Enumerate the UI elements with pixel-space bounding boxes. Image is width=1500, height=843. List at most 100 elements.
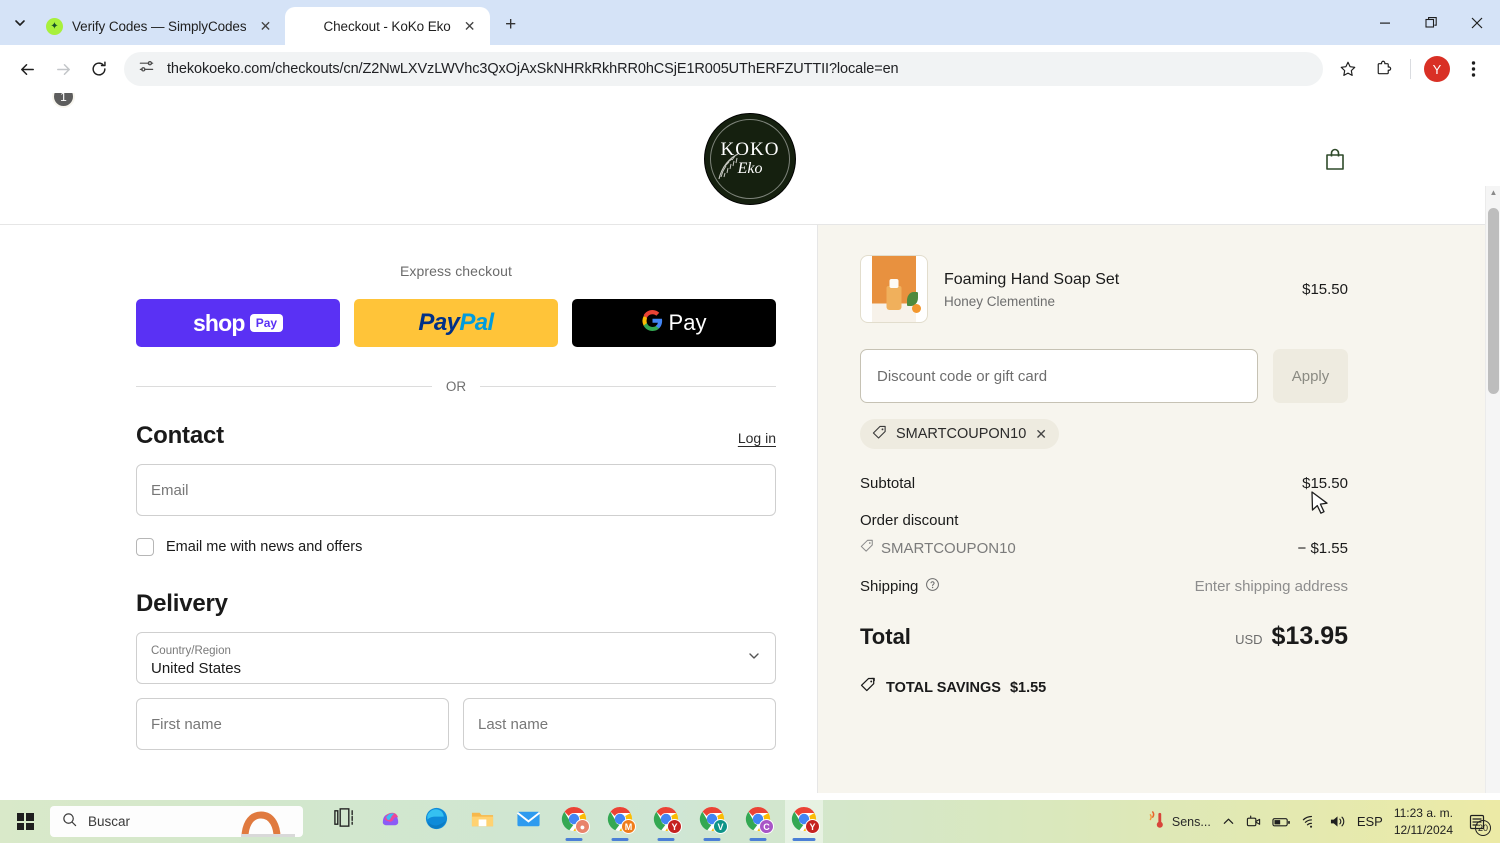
applied-discount-chip[interactable]: SMARTCOUPON10 ✕ [860, 419, 1059, 449]
paypal-button[interactable]: PayPal [354, 299, 558, 347]
tab-close-icon[interactable]: ✕ [255, 16, 275, 36]
tab-checkout-kokoeko[interactable]: Checkout - KoKo Eko ✕ [285, 7, 490, 45]
first-name-placeholder: First name [151, 715, 222, 733]
product-name: Foaming Hand Soap Set [944, 271, 1120, 289]
country-region-select[interactable]: Country/Region United States [136, 632, 776, 684]
chrome-profile-m[interactable]: M [601, 800, 639, 843]
notification-center-button[interactable]: 20 [1464, 809, 1491, 836]
shopping-bag-icon[interactable] [1318, 142, 1352, 176]
remove-discount-icon[interactable]: ✕ [1035, 427, 1047, 441]
divider-line-left [136, 386, 432, 387]
apply-button[interactable]: Apply [1273, 349, 1348, 403]
extensions-puzzle-icon[interactable] [1367, 52, 1401, 86]
page-scrollbar[interactable]: ▲ [1485, 186, 1500, 793]
newsletter-checkbox[interactable] [136, 538, 154, 556]
minimize-icon[interactable] [1362, 0, 1408, 45]
notification-count: 20 [1475, 819, 1491, 836]
chrome-profile-y-active[interactable]: Y [785, 800, 823, 843]
chrome-profile-v[interactable]: V [693, 800, 731, 843]
reload-icon[interactable] [82, 52, 116, 86]
applied-discount-code: SMARTCOUPON10 [896, 426, 1027, 442]
avatar[interactable]: Y [1420, 52, 1454, 86]
chrome-profile-c[interactable]: C [739, 800, 777, 843]
mail-icon[interactable] [509, 800, 547, 843]
question-mark-icon[interactable] [925, 577, 940, 596]
shop-pay-button[interactable]: shop Pay [136, 299, 340, 347]
discount-code-input[interactable]: Discount code or gift card [860, 349, 1258, 403]
chevron-up-icon[interactable] [1222, 815, 1235, 828]
shipping-label-group: Shipping [860, 577, 940, 596]
chrome-profile-y[interactable]: Y [647, 800, 685, 843]
back-arrow-icon[interactable] [10, 52, 44, 86]
checkout-body: Express checkout shop Pay PayPal Pay OR … [0, 93, 1500, 793]
google-pay-button[interactable]: Pay [572, 299, 776, 347]
google-g-icon [642, 309, 663, 337]
search-decoration-image [241, 811, 295, 837]
first-name-field[interactable]: First name [136, 698, 449, 750]
discount-code-placeholder: Discount code or gift card [877, 367, 1048, 385]
chrome-icon: C [745, 806, 774, 834]
copilot-icon[interactable] [371, 800, 409, 843]
discount-code-text: SMARTCOUPON10 [881, 539, 1016, 557]
simplycodes-favicon: ✦ [46, 17, 63, 35]
address-bar[interactable]: thekokoeko.com/checkouts/cn/Z2NwLXVzLWVh… [124, 52, 1323, 86]
profile-badge-c: C [759, 819, 774, 834]
mouse-cursor [1311, 491, 1330, 523]
page-settings-icon[interactable] [138, 58, 155, 80]
microsoft-edge-icon[interactable] [417, 800, 455, 843]
shop-pay-word: shop [192, 309, 246, 336]
order-line-item: 1 Foaming Hand Soap Set Honey Clementine… [52, 93, 1348, 323]
log-in-link[interactable]: Log in [738, 430, 776, 446]
wifi-icon[interactable] [1302, 815, 1318, 829]
browser-window: ✦ Verify Codes — SimplyCodes ✕ Checkout … [0, 0, 1500, 843]
new-tab-button[interactable]: + [496, 10, 526, 40]
running-indicator [703, 838, 721, 841]
chrome-icon: V [699, 806, 728, 834]
three-dot-menu-icon[interactable] [1456, 52, 1490, 86]
running-indicator [565, 838, 583, 841]
newsletter-row[interactable]: Email me with news and offers [136, 538, 776, 556]
language-indicator[interactable]: ESP [1357, 814, 1383, 829]
tab-search-button[interactable] [6, 6, 34, 40]
tag-icon [860, 539, 874, 557]
tab-close-icon[interactable]: ✕ [460, 16, 480, 36]
file-explorer-icon[interactable] [463, 800, 501, 843]
tag-icon [872, 425, 887, 444]
or-text: OR [445, 379, 467, 394]
close-icon[interactable] [1454, 0, 1500, 45]
running-indicator [792, 838, 816, 841]
total-savings-row: TOTAL SAVINGS $1.55 [860, 677, 1348, 698]
star-icon[interactable] [1331, 52, 1365, 86]
last-name-field[interactable]: Last name [463, 698, 776, 750]
soap-bottle-shape [886, 286, 902, 310]
scrollbar-thumb[interactable] [1488, 208, 1499, 394]
weather-widget[interactable]: Sens... [1148, 810, 1211, 834]
express-checkout-label: Express checkout [399, 263, 513, 279]
country-region-label: Country/Region [151, 644, 231, 657]
subtotal-label: Subtotal [860, 475, 916, 492]
clock[interactable]: 11:23 a. m. 12/11/2024 [1394, 805, 1453, 837]
logo-bottom-text: Eko [737, 160, 763, 177]
discount-amount: − $1.55 [1297, 539, 1348, 557]
task-view-button[interactable] [325, 800, 363, 843]
tab-verify-codes[interactable]: ✦ Verify Codes — SimplyCodes ✕ [34, 7, 285, 45]
search-icon [62, 812, 77, 832]
newsletter-label: Email me with news and offers [166, 539, 363, 555]
search-input[interactable]: Buscar [50, 806, 303, 837]
scroll-up-arrow-icon[interactable]: ▲ [1489, 188, 1498, 197]
discount-code-label-group: SMARTCOUPON10 [860, 539, 1016, 557]
start-button[interactable] [0, 800, 50, 843]
browser-toolbar: thekokoeko.com/checkouts/cn/Z2NwLXVzLWVh… [0, 45, 1500, 93]
order-discount-row: Order discount [860, 512, 1348, 529]
forward-arrow-icon[interactable] [46, 52, 80, 86]
email-field[interactable]: Email [136, 464, 776, 516]
discount-code-row: Discount code or gift card Apply [860, 349, 1348, 403]
volume-icon[interactable] [1329, 814, 1346, 829]
kokoeko-logo[interactable]: KOKO Eko [704, 112, 796, 205]
battery-icon[interactable] [1272, 815, 1291, 829]
chrome-profile-person[interactable]: ● [555, 800, 593, 843]
camera-icon[interactable] [1246, 814, 1261, 829]
email-placeholder: Email [151, 481, 189, 499]
restore-icon[interactable] [1408, 0, 1454, 45]
order-summary-column: 1 Foaming Hand Soap Set Honey Clementine… [52, 93, 1500, 793]
